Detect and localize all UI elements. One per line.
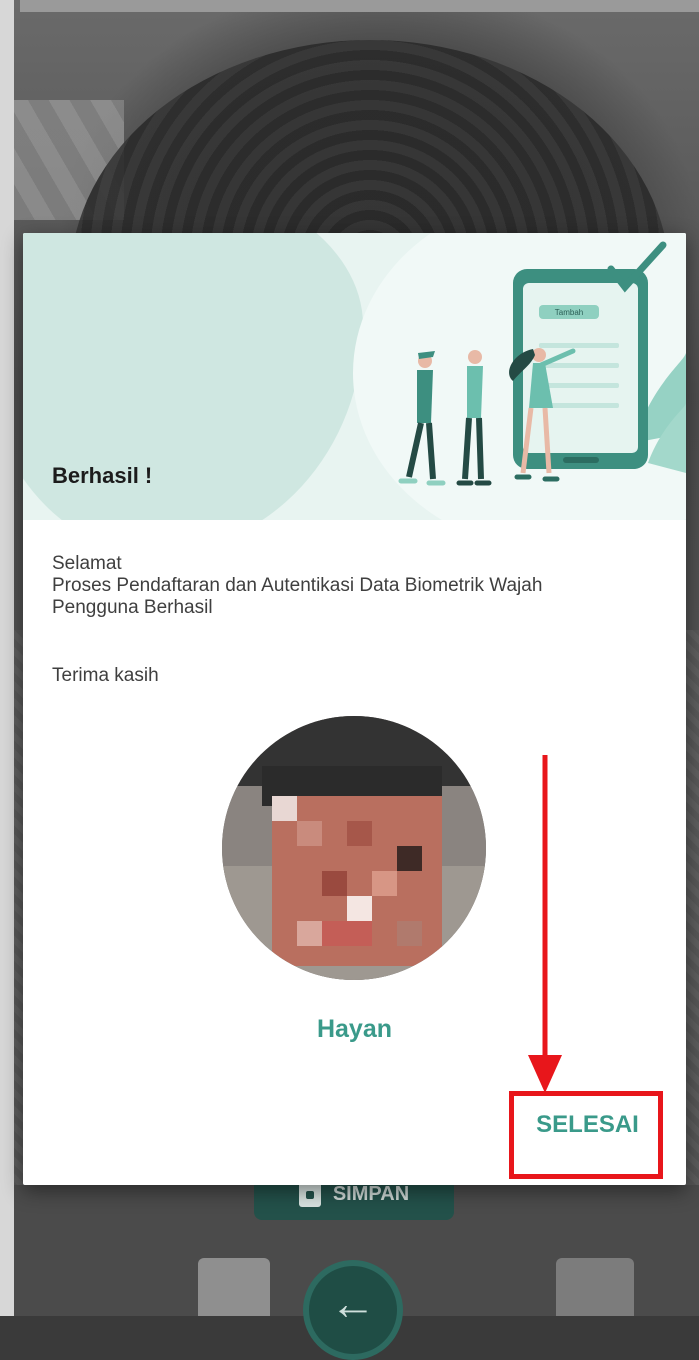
back-arrow-icon: ← xyxy=(330,1277,376,1329)
success-message: Selamat Proses Pendaftaran dan Autentika… xyxy=(52,553,662,619)
thumbnail-left[interactable] xyxy=(198,1258,270,1316)
illustration-button-text: Tambah xyxy=(555,308,583,317)
success-message-text: Selamat Proses Pendaftaran dan Autentika… xyxy=(52,553,543,618)
thumbnail-right[interactable] xyxy=(556,1258,634,1316)
back-button[interactable]: ← xyxy=(303,1260,403,1360)
dialog-banner: Tambah Berhasil ! xyxy=(23,233,686,520)
save-button-label: SIMPAN xyxy=(332,1182,410,1205)
face-photo-pixelated xyxy=(222,716,486,980)
user-face-photo xyxy=(222,716,486,980)
user-name: Hayan xyxy=(316,1015,393,1043)
thanks-text: Terima kasih xyxy=(52,665,159,686)
registration-illustration: Tambah xyxy=(398,241,686,486)
done-button[interactable]: SELESAI xyxy=(511,1094,664,1156)
background-edge xyxy=(0,0,14,1316)
background-edge-top xyxy=(20,0,699,12)
dialog-title: Berhasil ! xyxy=(52,463,153,488)
success-dialog: Tambah Berhasil ! Selamat Proses Pendaft… xyxy=(23,233,686,1185)
